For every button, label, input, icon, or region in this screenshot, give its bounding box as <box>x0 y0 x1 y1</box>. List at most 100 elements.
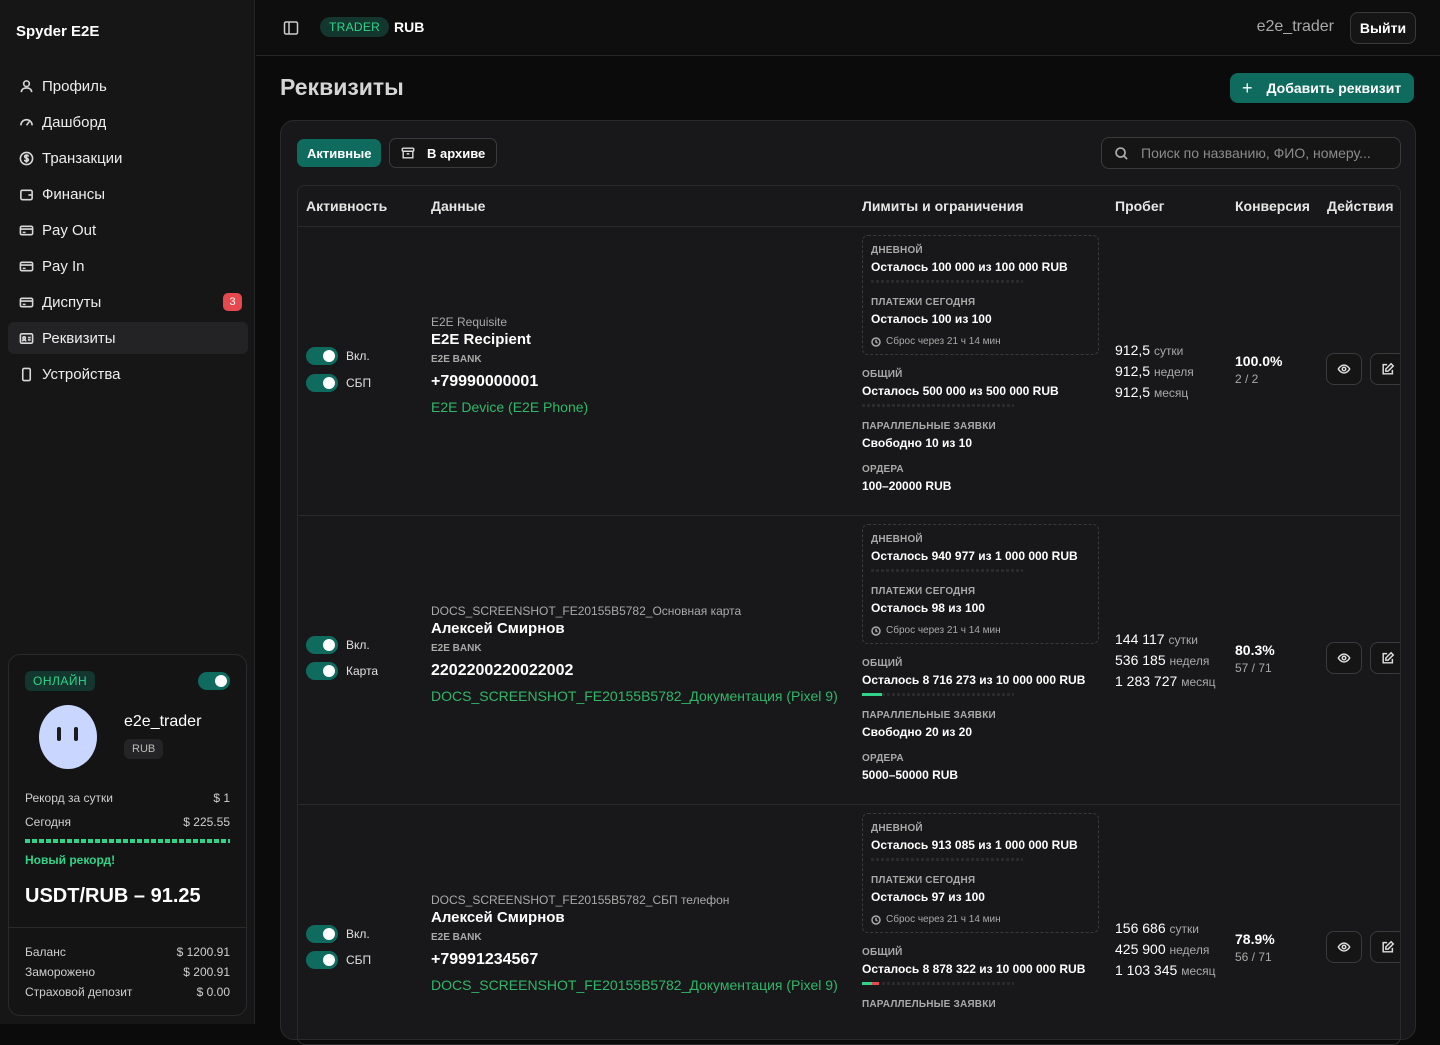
search-field[interactable] <box>1101 137 1401 169</box>
reset-timer: Сброс через 21 ч 14 мин <box>871 336 1090 347</box>
conversion-count: 2 / 2 <box>1235 372 1259 386</box>
limit-heading: ДНЕВНОЙ <box>871 245 923 256</box>
sidebar-item-finance[interactable]: Финансы <box>8 178 248 210</box>
toggle-label: СБП <box>346 376 372 390</box>
sidebar-item-dashboard[interactable]: Дашборд <box>8 106 248 138</box>
method-toggle-row: СБП <box>306 951 371 969</box>
daily-limits-box: ДНЕВНОЙ Осталось 100 000 из 100 000 RUB … <box>862 235 1099 355</box>
edit-button[interactable] <box>1370 642 1400 674</box>
method-toggle[interactable] <box>306 662 338 680</box>
sidebar-item-label: Дашборд <box>42 113 107 131</box>
recipient-name: Алексей Смирнов <box>431 909 565 926</box>
tab-archive[interactable]: В архиве <box>389 138 498 168</box>
insurance-row: Страховой депозит $ 0.00 <box>25 985 230 999</box>
mileage-value: 912,5 <box>1115 342 1151 358</box>
mileage-unit: сутки <box>1169 922 1199 936</box>
sidebar-item-devices[interactable]: Устройства <box>8 358 248 390</box>
disputes-count-badge: 3 <box>223 293 242 311</box>
frozen-value: $ 200.91 <box>183 965 230 979</box>
conversion-count: 56 / 71 <box>1235 950 1272 964</box>
edit-button[interactable] <box>1370 353 1400 385</box>
device-link[interactable]: E2E Device (E2E Phone) <box>431 399 851 415</box>
record-row: Рекорд за сутки $ 1 <box>25 791 230 805</box>
requisite-number: +79990000001 <box>431 373 539 390</box>
card-in-icon <box>18 258 34 274</box>
online-toggle[interactable] <box>198 672 230 690</box>
sidebar-item-label: Профиль <box>42 77 107 95</box>
logout-button[interactable]: Выйти <box>1350 12 1416 44</box>
new-record-label: Новый рекорд! <box>25 853 116 867</box>
mileage-month: 912,5 месяц <box>1115 382 1194 403</box>
mileage-unit: месяц <box>1181 964 1216 978</box>
search-input[interactable] <box>1141 145 1391 161</box>
conversion-count: 57 / 71 <box>1235 661 1272 675</box>
reset-text: Сброс через 21 ч 14 мин <box>886 914 1001 925</box>
enabled-toggle[interactable] <box>306 636 338 654</box>
method-toggle[interactable] <box>306 374 338 392</box>
view-button[interactable] <box>1326 642 1362 674</box>
toggle-label: Вкл. <box>346 349 370 363</box>
sidebar-item-requisites[interactable]: Реквизиты <box>8 322 248 354</box>
conversion-percent: 78.9% <box>1235 931 1275 947</box>
view-button[interactable] <box>1326 931 1362 963</box>
col-actions: Действия <box>1327 198 1394 214</box>
add-requisite-button[interactable]: + Добавить реквизит <box>1230 73 1414 103</box>
phone-icon <box>18 366 34 382</box>
tab-active[interactable]: Активные <box>297 139 382 167</box>
mileage: 912,5 сутки 912,5 неделя 912,5 месяц <box>1115 340 1194 403</box>
limit-value: Осталось 100 000 из 100 000 RUB <box>871 260 1068 274</box>
page-title: Реквизиты <box>280 74 404 100</box>
limit-heading: ДНЕВНОЙ <box>871 534 923 545</box>
total-progress <box>862 404 1014 407</box>
device-link[interactable]: DOCS_SCREENSHOT_FE20155B5782_Документаци… <box>431 977 851 993</box>
mileage-unit: неделя <box>1169 943 1210 957</box>
edit-icon <box>1382 940 1395 953</box>
avatar <box>39 705 97 769</box>
mileage-unit: месяц <box>1153 386 1189 400</box>
bank-name: E2E BANK <box>431 643 482 654</box>
sidebar-item-label: Pay In <box>42 257 85 275</box>
divider <box>9 927 246 928</box>
device-link[interactable]: DOCS_SCREENSHOT_FE20155B5782_Документаци… <box>431 688 851 704</box>
limit-value: Осталось 8 878 322 из 10 000 000 RUB <box>862 962 1086 976</box>
enabled-toggle[interactable] <box>306 925 338 943</box>
enabled-toggle[interactable] <box>306 347 338 365</box>
sidebar-item-disputes[interactable]: Диспуты 3 <box>8 286 248 318</box>
mileage-week: 912,5 неделя <box>1115 361 1194 382</box>
limit-heading: ПАРАЛЛЕЛЬНЫЕ ЗАЯВКИ <box>862 999 996 1010</box>
sidebar-item-label: Финансы <box>42 185 105 203</box>
edit-icon <box>1382 651 1395 664</box>
sidebar-item-transactions[interactable]: Транзакции <box>8 142 248 174</box>
mileage-day: 144 117 сутки <box>1115 629 1215 650</box>
sidebar-toggle-icon[interactable] <box>283 20 299 36</box>
sidebar-item-payout[interactable]: Pay Out <box>8 214 248 246</box>
daily-limits-box: ДНЕВНОЙ Осталось 913 085 из 1 000 000 RU… <box>862 813 1099 933</box>
limit-value: Осталось 100 из 100 <box>871 312 992 326</box>
orders-limit: ОРДЕРА 5000–50000 RUB <box>862 753 1102 782</box>
gauge-icon <box>18 114 34 130</box>
parallel-limit: ПАРАЛЛЕЛЬНЫЕ ЗАЯВКИ <box>862 999 1102 1010</box>
profile-currency-badge: RUB <box>124 739 164 759</box>
col-activity: Активность <box>306 198 388 214</box>
sidebar-item-profile[interactable]: Профиль <box>8 70 248 102</box>
method-toggle[interactable] <box>306 951 338 969</box>
user-icon <box>18 78 34 94</box>
mileage-value: 425 900 <box>1115 941 1166 957</box>
view-button[interactable] <box>1326 353 1362 385</box>
clock-icon <box>871 914 881 925</box>
limit-heading: ОБЩИЙ <box>862 369 903 380</box>
enabled-toggle-row: Вкл. <box>306 925 370 943</box>
user-login: e2e_trader <box>1256 18 1334 35</box>
mileage-value: 1 103 345 <box>1115 962 1178 978</box>
edit-button[interactable] <box>1370 931 1400 963</box>
limit-heading: ОРДЕРА <box>862 753 904 764</box>
limit-value: Осталось 97 из 100 <box>871 890 985 904</box>
sidebar-item-payin[interactable]: Pay In <box>8 250 248 282</box>
balance-row: Баланс $ 1200.91 <box>25 945 230 959</box>
app-logo[interactable]: Spyder E2E <box>16 23 99 40</box>
mileage-value: 144 117 <box>1115 631 1165 647</box>
insurance-value: $ 0.00 <box>196 985 230 999</box>
record-label: Рекорд за сутки <box>25 791 113 805</box>
toggle-label: Вкл. <box>346 927 370 941</box>
frozen-label: Заморожено <box>25 965 96 979</box>
